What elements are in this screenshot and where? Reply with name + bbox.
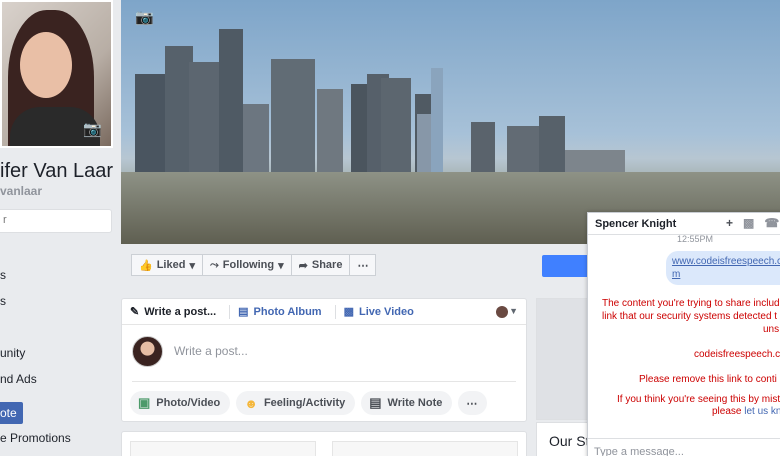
tab-write-label: Write a post... xyxy=(144,305,217,318)
smiley-icon: ☻ xyxy=(244,395,258,411)
building xyxy=(539,116,565,174)
tab-video-label: Live Video xyxy=(358,305,414,318)
feeling-activity-button[interactable]: ☻ Feeling/Activity xyxy=(236,391,356,415)
page-action-bar: 👍 Liked ▾ ⤳ Following ▾ ➦ Share ⋯ xyxy=(131,254,377,276)
error-text: uns xyxy=(763,324,780,335)
feed-card-section xyxy=(130,441,316,456)
promote-button[interactable]: ote xyxy=(0,402,23,424)
building xyxy=(317,89,343,174)
chat-header[interactable]: Spencer Knight + ▩ ☎ xyxy=(588,213,780,235)
building xyxy=(243,104,269,174)
write-note-button[interactable]: ▤ Write Note xyxy=(361,391,453,415)
error-text: The content you're trying to share inclu… xyxy=(602,298,780,309)
error-domain-text: codeisfreespeech.c xyxy=(694,349,780,360)
error-text: please let us kn xyxy=(712,406,780,417)
chat-contact-name[interactable]: Spencer Knight xyxy=(595,218,676,230)
tab-album-label: Photo Album xyxy=(253,305,322,318)
divider xyxy=(132,381,516,382)
post-composer: ✎ Write a post... ▤ Photo Album ▩ Live V… xyxy=(121,298,527,422)
liked-button[interactable]: 👍 Liked ▾ xyxy=(131,254,203,276)
phone-icon[interactable]: ☎ xyxy=(764,216,779,230)
photo-video-button[interactable]: ▣ Photo/Video xyxy=(130,391,231,415)
share-button[interactable]: ➦ Share xyxy=(290,254,351,276)
tab-write-post[interactable]: ✎ Write a post... xyxy=(128,305,225,319)
post-input[interactable]: Write a post... xyxy=(174,344,248,358)
error-text: link that our security systems detected … xyxy=(602,311,778,322)
error-text: If you think you're seeing this by mista xyxy=(617,394,780,405)
tab-divider xyxy=(334,304,336,319)
primary-cta-button[interactable] xyxy=(542,255,592,277)
left-nav-item[interactable]: unity xyxy=(0,340,112,366)
share-icon: ➦ xyxy=(298,259,308,272)
profile-picture[interactable]: 📷 xyxy=(0,0,113,148)
building xyxy=(431,68,443,174)
left-nav: s s unity nd Ads xyxy=(0,262,112,392)
caret-down-icon[interactable]: ▼ xyxy=(509,306,518,316)
thumbs-up-icon: 👍 xyxy=(139,259,153,272)
composer-more-button[interactable]: ⋯ xyxy=(458,391,488,415)
left-nav-item[interactable]: s xyxy=(0,262,112,288)
tab-photo-album[interactable]: ▤ Photo Album xyxy=(236,305,330,319)
feeling-activity-label: Feeling/Activity xyxy=(263,397,346,409)
building xyxy=(417,114,431,174)
following-button[interactable]: ⤳ Following ▾ xyxy=(201,254,292,276)
profile-handle[interactable]: vanlaar xyxy=(0,184,42,198)
manage-promotions-link[interactable]: e Promotions xyxy=(0,431,71,445)
more-icon: ⋯ xyxy=(466,397,478,410)
following-label: Following xyxy=(222,259,275,271)
chat-timestamp: 12:55PM xyxy=(677,234,714,244)
sent-link-line[interactable]: www.codeisfreespeech.c xyxy=(672,256,780,267)
feed-card-section xyxy=(332,441,518,456)
camera-icon[interactable]: 📷 xyxy=(135,8,154,26)
composer-tabs: ✎ Write a post... ▤ Photo Album ▩ Live V… xyxy=(122,299,526,325)
profile-face xyxy=(20,32,72,98)
share-label: Share xyxy=(311,259,343,271)
more-icon: ⋯ xyxy=(357,259,369,272)
add-icon[interactable]: + xyxy=(726,216,733,230)
write-note-label: Write Note xyxy=(387,397,443,409)
camera-icon[interactable]: 📷 xyxy=(83,122,103,138)
building xyxy=(189,62,219,174)
more-button[interactable]: ⋯ xyxy=(349,254,377,276)
liked-label: Liked xyxy=(156,259,186,271)
note-icon: ▤ xyxy=(369,395,382,410)
left-nav-item[interactable] xyxy=(0,314,112,340)
sent-message-bubble[interactable]: www.codeisfreespeech.c m xyxy=(666,251,780,285)
left-search-input[interactable]: r xyxy=(0,209,112,233)
posting-as-avatar[interactable] xyxy=(496,306,508,318)
chat-header-icons: + ▩ ☎ xyxy=(726,216,779,230)
cover-photo[interactable]: 📷 xyxy=(121,0,780,244)
profile-name[interactable]: ifer Van Laar xyxy=(0,160,113,183)
building xyxy=(271,59,315,174)
error-text: Please remove this link to conti xyxy=(639,374,777,385)
rss-icon: ⤳ xyxy=(209,258,219,271)
caret-down-icon: ▾ xyxy=(189,259,195,272)
album-icon: ▤ xyxy=(238,306,249,318)
video-camera-icon: ▩ xyxy=(343,306,354,318)
caret-down-icon: ▾ xyxy=(278,259,284,272)
error-please-text: please xyxy=(712,406,742,417)
video-call-icon[interactable]: ▩ xyxy=(743,216,754,230)
avatar xyxy=(132,336,163,367)
photo-icon: ▣ xyxy=(138,395,151,410)
chat-message-input[interactable]: Type a message... xyxy=(588,438,780,456)
sent-link-line[interactable]: m xyxy=(672,269,680,280)
building xyxy=(381,78,411,174)
let-us-know-link[interactable]: let us kn xyxy=(744,406,780,417)
pencil-icon: ✎ xyxy=(130,306,140,318)
left-nav-item[interactable]: s xyxy=(0,288,112,314)
photo-video-label: Photo/Video xyxy=(156,397,221,409)
building xyxy=(135,74,165,174)
chat-window: Spencer Knight + ▩ ☎ 12:55PM www.codeisf… xyxy=(587,212,780,456)
composer-actions: ▣ Photo/Video ☻ Feeling/Activity ▤ Write… xyxy=(130,391,488,415)
tab-live-video[interactable]: ▩ Live Video xyxy=(342,305,423,319)
building xyxy=(565,150,625,174)
building xyxy=(471,122,495,174)
left-nav-item[interactable]: nd Ads xyxy=(0,366,112,392)
tab-divider xyxy=(229,304,231,319)
building xyxy=(219,29,243,174)
our-story-heading: Our St xyxy=(549,433,590,449)
